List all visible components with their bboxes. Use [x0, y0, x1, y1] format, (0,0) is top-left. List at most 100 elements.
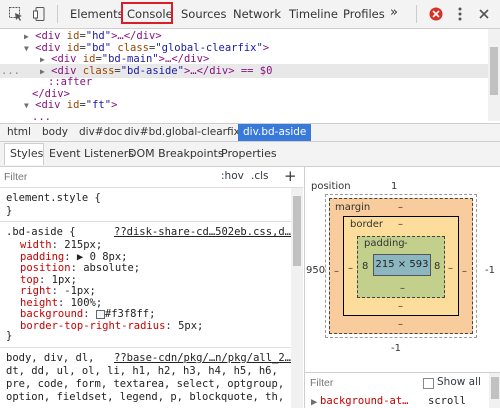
- device-mode-icon[interactable]: [32, 6, 48, 22]
- css-property-name[interactable]: background: [20, 308, 83, 320]
- rule-divider: [0, 347, 291, 348]
- css-property-value[interactable]: 100%;: [71, 297, 103, 309]
- computed-prop-name[interactable]: background-at…: [320, 395, 409, 407]
- expand-triangle-icon[interactable]: ▶: [311, 396, 317, 408]
- toolbar-divider: [57, 5, 58, 23]
- breadcrumb-div-doc[interactable]: div#doc: [79, 126, 122, 138]
- padding-bottom-value: –: [400, 283, 405, 294]
- border-box: border – – – – padding - 8 8 – 215 × 593: [343, 216, 459, 316]
- base-selector-line: dt, dd, ul, ol, li, h1, h2, h3, h4, h5, …: [6, 365, 278, 377]
- css-property-value[interactable]: absolute;: [83, 262, 140, 274]
- subtab-event-listeners[interactable]: Event Listeners: [49, 147, 134, 160]
- tab-network[interactable]: Network: [233, 7, 281, 21]
- show-all-label: Show all: [437, 376, 481, 388]
- dom-tree-scrollbar[interactable]: [488, 29, 500, 121]
- element-style-selector: element.style {: [6, 192, 101, 204]
- sidebar-subtabs: Styles Event Listeners DOM Breakpoints P…: [0, 142, 500, 167]
- border-bottom-value: –: [398, 301, 403, 312]
- bd-aside-close: }: [6, 330, 13, 342]
- new-style-rule-button[interactable]: +: [284, 167, 297, 185]
- styles-filter-row: :hov .cls +: [0, 167, 303, 188]
- cls-button[interactable]: .cls: [251, 170, 269, 182]
- computed-filter-input[interactable]: [310, 376, 400, 390]
- border-label: border: [350, 219, 384, 230]
- styles-scrollbar[interactable]: [291, 188, 303, 408]
- base-selector-line: pre, code, form, textarea, select, optgr…: [6, 378, 285, 390]
- dom-tree-scroll-thumb[interactable]: [490, 47, 498, 95]
- styles-filter-input[interactable]: [4, 169, 194, 184]
- breadcrumb-div-bd[interactable]: div#bd.global-clearfix: [124, 126, 240, 138]
- position-right-value: -1: [485, 265, 495, 276]
- inspect-element-icon[interactable]: [8, 6, 24, 22]
- css-property-name[interactable]: width: [20, 239, 52, 251]
- css-property-value[interactable]: ▶ 0 8px;: [77, 251, 128, 263]
- border-top-value: –: [398, 219, 403, 230]
- tab-elements[interactable]: Elements: [70, 7, 124, 21]
- margin-box: margin – – – – border – – – – padding - …: [329, 198, 473, 334]
- styles-pane: :hov .cls + element.style { } .bd-aside …: [0, 167, 303, 408]
- margin-left-value: –: [334, 266, 339, 277]
- css-property-row[interactable]: border-top-right-radius: 5px;: [20, 320, 203, 333]
- base-selector[interactable]: body, div, dl,: [6, 352, 95, 365]
- computed-scrollbar[interactable]: [489, 373, 500, 408]
- rule-divider: [0, 221, 291, 222]
- computed-divider: [305, 372, 500, 373]
- css-property-name[interactable]: right: [20, 285, 52, 297]
- position-label: position: [311, 181, 351, 192]
- computed-scroll-thumb[interactable]: [491, 377, 499, 399]
- margin-top-value: –: [398, 202, 403, 213]
- element-style-close: }: [6, 205, 13, 217]
- box-model-pane: position 1 950 -1 -1 margin – – – – bord…: [304, 167, 500, 408]
- tab-profiles[interactable]: Profiles: [343, 7, 385, 21]
- padding-box: padding - 8 8 – 215 × 593: [357, 236, 445, 298]
- dom-node-row[interactable]: ...: [0, 110, 488, 122]
- padding-left-value: 8: [362, 261, 369, 272]
- border-right-value: –: [448, 263, 453, 274]
- breadcrumb-html[interactable]: html: [7, 126, 31, 138]
- computed-prop-value: scroll: [428, 395, 466, 407]
- breadcrumb: html body div#doc div#bd.global-clearfix…: [0, 123, 500, 142]
- error-icon[interactable]: [428, 6, 444, 22]
- css-property-value[interactable]: 1px;: [52, 274, 77, 286]
- css-property-value[interactable]: -1px;: [64, 285, 96, 297]
- console-highlight-box: [121, 2, 173, 24]
- border-left-value: –: [348, 263, 353, 274]
- hov-button[interactable]: :hov: [221, 170, 244, 182]
- color-swatch[interactable]: [95, 309, 105, 319]
- position-left-value: 950: [306, 265, 326, 276]
- dom-tree-panel: ▶ <div id="hd">…</div> ▼ <div id="bd" cla…: [0, 29, 488, 121]
- margin-label: margin: [335, 202, 371, 213]
- styles-scroll-thumb[interactable]: [293, 196, 301, 266]
- tab-sources[interactable]: Sources: [181, 7, 227, 21]
- subtab-styles[interactable]: Styles: [10, 147, 43, 160]
- css-property-value[interactable]: 5px;: [178, 320, 203, 332]
- css-property-value[interactable]: 215px;: [64, 239, 102, 251]
- padding-label: padding: [364, 238, 405, 249]
- subtab-properties[interactable]: Properties: [221, 147, 277, 160]
- bd-aside-selector[interactable]: .bd-aside {: [6, 226, 76, 239]
- margin-right-value: –: [462, 266, 467, 277]
- css-property-name[interactable]: top: [20, 274, 39, 286]
- css-property-name[interactable]: height: [20, 297, 58, 309]
- tag-name: ...: [32, 110, 51, 122]
- menu-dots-icon[interactable]: [452, 6, 468, 22]
- padding-right-value: 8: [434, 261, 441, 272]
- margin-bottom-value: –: [398, 319, 403, 330]
- bd-aside-source-link[interactable]: ??disk-share-cd…502eb.css,d…:1: [114, 226, 303, 238]
- tab-timeline[interactable]: Timeline: [289, 7, 338, 21]
- padding-top-value: -: [404, 238, 408, 249]
- base-source-link[interactable]: ??base-cdn/pkg/…n/pkg/all_2…:1: [114, 352, 303, 364]
- show-all-checkbox[interactable]: [423, 378, 434, 389]
- breadcrumb-div-bd-aside[interactable]: div.bd-aside: [238, 124, 312, 141]
- base-selector-line: option, fieldset, legend, p, blockquote,…: [6, 391, 303, 403]
- close-icon[interactable]: [476, 6, 492, 22]
- css-property-name[interactable]: padding: [20, 251, 64, 263]
- subtab-dom-breakpoints[interactable]: DOM Breakpoints: [128, 147, 224, 160]
- breadcrumb-body[interactable]: body: [42, 126, 68, 138]
- more-tabs-button[interactable]: »: [390, 5, 398, 20]
- css-property-value[interactable]: #f3f8ff;: [105, 308, 156, 320]
- css-property-name[interactable]: position: [20, 262, 71, 274]
- content-box: 215 × 593: [373, 254, 431, 276]
- position-top-value: 1: [391, 181, 398, 192]
- css-property-name[interactable]: border-top-right-radius: [20, 320, 165, 332]
